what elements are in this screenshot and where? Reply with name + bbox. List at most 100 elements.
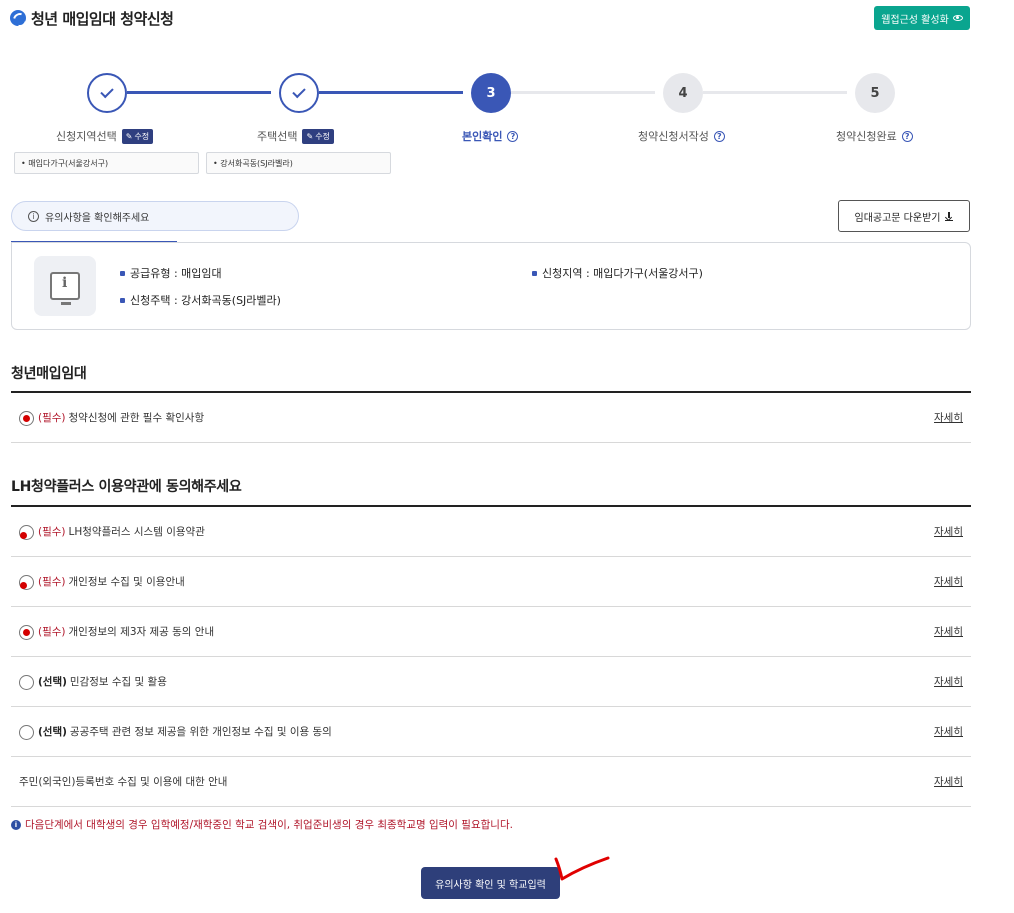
- notice-tab[interactable]: i 유의사항을 확인해주세요: [11, 201, 299, 231]
- step-2-circle: [279, 73, 319, 113]
- required-tag: (필수): [38, 526, 66, 538]
- edit-region-button[interactable]: ✎ 수정: [121, 128, 154, 144]
- page-title: 청년 매입임대 청약신청: [31, 10, 174, 28]
- download-notice-button[interactable]: 임대공고문 다운받기: [838, 200, 970, 232]
- agreement-radio[interactable]: [19, 411, 34, 426]
- agreement-row: (선택) 공공주택 관련 정보 제공을 위한 개인정보 수집 및 이용 동의 자세…: [11, 707, 971, 757]
- agreement-row: (필수) 개인정보의 제3자 제공 동의 안내 자세히: [11, 607, 971, 657]
- step-3-circle: 3: [471, 73, 511, 113]
- agreement-text: (선택) 공공주택 관련 정보 제공을 위한 개인정보 수집 및 이용 동의: [38, 707, 332, 756]
- agreement-text: (필수) 개인정보의 제3자 제공 동의 안내: [38, 607, 214, 656]
- edit-label: 수정: [134, 131, 150, 141]
- agreement-radio[interactable]: [19, 575, 34, 590]
- bullet-icon: [120, 297, 125, 303]
- agreement-text: (필수) 개인정보 수집 및 이용안내: [38, 557, 185, 606]
- school-input-notice-text: 다음단계에서 대학생의 경우 입학예정/재학중인 학교 검색이, 취업준비생의 …: [25, 819, 513, 831]
- step-4-circle: 4: [663, 73, 703, 113]
- agreement-radio[interactable]: [19, 525, 34, 540]
- detail-link[interactable]: 자세히: [934, 757, 963, 806]
- help-icon[interactable]: ?: [507, 130, 519, 142]
- step-5-label: 청약신청완료 ?: [836, 128, 913, 144]
- step-4-label-text: 청약신청서작성: [638, 130, 709, 143]
- application-summary: 공급유형 : 매입임대 신청지역 : 매입다가구(서울강서구) 신청주택 : 강…: [11, 242, 971, 330]
- info-icon: i: [11, 819, 21, 830]
- help-icon[interactable]: ?: [713, 130, 725, 142]
- agreement-row: 주민(외국인)등록번호 수집 및 이용에 대한 안내 자세히: [11, 757, 971, 807]
- accessibility-button-label: 웹접근성 활성화: [881, 14, 949, 26]
- agreement-row: (선택) 민감정보 수집 및 활용 자세히: [11, 657, 971, 707]
- edit-label: 수정: [315, 131, 330, 141]
- step-2-label: 주택선택 ✎ 수정: [257, 128, 334, 144]
- selected-house-value: • 강서화곡동(SJ라벨라): [206, 152, 391, 174]
- step-1-label-text: 신청지역선택: [56, 130, 117, 143]
- apply-house: 신청주택 : 강서화곡동(SJ라벨라): [120, 292, 281, 308]
- detail-link[interactable]: 자세히: [934, 507, 963, 556]
- agreement-label: 민감정보 수집 및 활용: [69, 676, 167, 688]
- optional-tag: (선택): [38, 726, 67, 738]
- download-label: 임대공고문 다운받기: [854, 212, 941, 224]
- optional-tag: (선택): [38, 676, 67, 688]
- step-1-label: 신청지역선택 ✎ 수정: [56, 128, 154, 144]
- accessibility-button[interactable]: 웹접근성 활성화: [874, 6, 970, 30]
- agreement-label: 개인정보 수집 및 이용안내: [68, 576, 185, 588]
- step-3-label: 본인확인 ?: [462, 128, 519, 144]
- apply-region-text: 신청지역 : 매입다가구(서울강서구): [542, 267, 703, 280]
- edit-house-button[interactable]: ✎ 수정: [302, 128, 334, 144]
- selected-region-value: • 매입다가구(서울강서구): [14, 152, 199, 174]
- required-tag: (필수): [38, 626, 66, 638]
- section-title-youth: 청년매입임대: [11, 366, 87, 382]
- supply-type: 공급유형 : 매입임대: [120, 265, 222, 281]
- progress-stepper: 3 4 5 신청지역선택 ✎ 수정 주택선택 ✎ 수정 본인확인 ? 청약신청서…: [0, 70, 980, 180]
- agreement-text: (선택) 민감정보 수집 및 활용: [38, 657, 167, 706]
- detail-link[interactable]: 자세히: [934, 557, 963, 606]
- info-monitor-icon: [34, 256, 96, 316]
- step-connector: [703, 91, 847, 94]
- agreement-row: (필수) 개인정보 수집 및 이용안내 자세히: [11, 557, 971, 607]
- agreement-row: (필수) 청약신청에 관한 필수 확인사항 자세히: [11, 393, 971, 443]
- apply-house-text: 신청주택 : 강서화곡동(SJ라벨라): [130, 294, 281, 307]
- check-icon: [292, 84, 306, 99]
- step-connector: [127, 91, 271, 94]
- step-4-label: 청약신청서작성 ?: [638, 128, 725, 144]
- school-input-notice: i 다음단계에서 대학생의 경우 입학예정/재학중인 학교 검색이, 취업준비생…: [11, 817, 513, 832]
- step-connector: [511, 91, 655, 94]
- page-header: 청년 매입임대 청약신청 웹접근성 활성화: [10, 6, 970, 32]
- agreement-label: 개인정보의 제3자 제공 동의 안내: [68, 626, 215, 638]
- agreement-radio[interactable]: [19, 725, 34, 740]
- check-icon: [100, 84, 114, 99]
- agreement-label: 청약신청에 관한 필수 확인사항: [68, 412, 205, 424]
- detail-link[interactable]: 자세히: [934, 657, 963, 706]
- agreement-text: (필수) 청약신청에 관한 필수 확인사항: [38, 393, 204, 442]
- download-icon: [945, 211, 954, 221]
- step-connector: [319, 91, 463, 94]
- annotation-check-mark: [554, 856, 610, 881]
- agreement-label: LH청약플러스 시스템 이용약관: [68, 526, 205, 538]
- step-3-label-text: 본인확인: [462, 130, 503, 143]
- required-tag: (필수): [38, 412, 66, 424]
- agreement-label: 공공주택 관련 정보 제공을 위한 개인정보 수집 및 이용 동의: [69, 726, 332, 738]
- agreement-row: (필수) LH청약플러스 시스템 이용약관 자세히: [11, 507, 971, 557]
- detail-link[interactable]: 자세히: [934, 607, 963, 656]
- monitor-icon: [50, 272, 80, 305]
- bullet-icon: [532, 270, 537, 276]
- section-title-terms: LH청약플러스 이용약관에 동의해주세요: [11, 479, 242, 495]
- required-tag: (필수): [38, 576, 66, 588]
- detail-link[interactable]: 자세히: [934, 393, 963, 442]
- step-5-label-text: 청약신청완료: [836, 130, 897, 143]
- eye-icon: [952, 15, 963, 21]
- bullet-icon: [120, 270, 125, 276]
- agreement-text: 주민(외국인)등록번호 수집 및 이용에 대한 안내: [19, 776, 228, 788]
- step-1-circle: [87, 73, 127, 113]
- supply-type-text: 공급유형 : 매입임대: [130, 267, 222, 280]
- confirm-and-school-input-button[interactable]: 유의사항 확인 및 학교입력: [421, 867, 560, 899]
- notice-text: 유의사항을 확인해주세요: [45, 212, 150, 224]
- agreement-text: (필수) LH청약플러스 시스템 이용약관: [38, 507, 205, 556]
- step-2-label-text: 주택선택: [257, 130, 298, 143]
- agreement-radio[interactable]: [19, 675, 34, 690]
- agreement-radio[interactable]: [19, 625, 34, 640]
- logo-icon: [10, 10, 26, 26]
- detail-link[interactable]: 자세히: [934, 707, 963, 756]
- help-icon[interactable]: ?: [901, 130, 913, 142]
- info-icon: i: [28, 210, 39, 222]
- step-5-circle: 5: [855, 73, 895, 113]
